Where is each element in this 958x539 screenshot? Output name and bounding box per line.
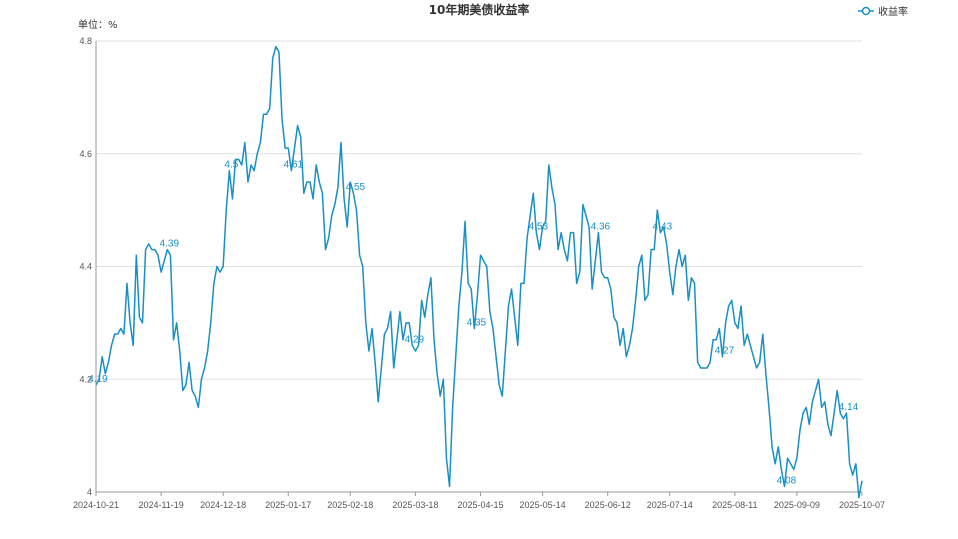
data-label: 4.08: [777, 475, 797, 486]
x-tick-label: 2025-03-18: [392, 500, 438, 510]
y-tick-label: 4.8: [79, 36, 92, 46]
series-layer: [95, 45, 863, 499]
data-label: 4.55: [346, 182, 366, 193]
data-label: 4.39: [160, 239, 180, 250]
data-label: 4.14: [839, 402, 859, 413]
legend[interactable]: 收益率: [858, 5, 908, 18]
data-label: 4.29: [405, 334, 425, 345]
x-tick-label: 2024-12-18: [200, 500, 246, 510]
y-axis: 44.24.44.64.8: [79, 36, 97, 497]
x-tick-label: 2025-06-12: [585, 500, 631, 510]
line-chart: 10年期美债收益率 单位：% 收益率 44.24.44.64.8 2024-10…: [73, 2, 908, 510]
data-label: 4.19: [88, 374, 108, 385]
x-tick-label: 2024-11-19: [138, 500, 183, 510]
x-tick-label: 2024-10-21: [73, 500, 119, 510]
chart-title: 10年期美债收益率: [429, 2, 530, 17]
chart-container: 10年期美债收益率 单位：% 收益率 4 4.2 4.4 4.6 4.8 2024-10…: [0, 0, 958, 539]
legend-marker-icon: [861, 6, 871, 16]
data-label: 4.36: [591, 222, 611, 233]
data-label: 4.27: [715, 346, 735, 357]
series-line: [95, 45, 863, 499]
data-label: 4.43: [653, 222, 673, 233]
data-label: 4.61: [284, 160, 304, 171]
y-tick-label: 4.4: [79, 262, 92, 272]
data-label: 4.5: [224, 160, 238, 171]
data-label: 4.35: [467, 318, 487, 329]
y-tick-label: 4.6: [79, 149, 92, 159]
unit-label: 单位：%: [78, 18, 118, 31]
x-tick-label: 2025-01-17: [265, 500, 311, 510]
x-tick-label: 2025-08-11: [712, 500, 757, 510]
x-tick-label: 2025-07-14: [647, 500, 693, 510]
x-axis: 2024-10-21 2024-11-19 2024-12-18 2025-01-17…: [73, 491, 885, 510]
x-tick-label: 2025-09-09: [774, 500, 820, 510]
data-label: 4.53: [529, 222, 549, 233]
x-tick-label: 2025-04-15: [458, 500, 504, 510]
x-tick-label: 2025-05-14: [520, 500, 566, 510]
x-tick-label: 2025-02-18: [327, 500, 373, 510]
x-tick-label: 2025-10-07: [839, 500, 885, 510]
legend-label: 收益率: [878, 5, 908, 18]
y-tick-label: 4: [87, 487, 92, 497]
